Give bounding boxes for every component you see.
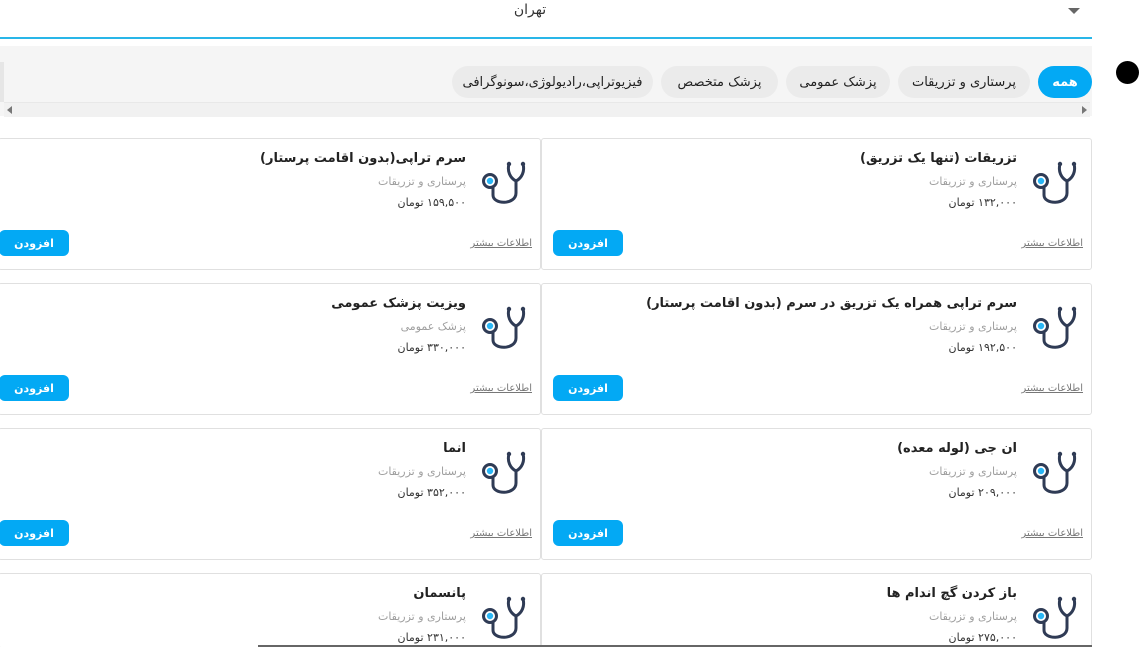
service-card: انما پرستاری و تزریقات ۳۵۲,۰۰۰ تومان اطل…	[0, 428, 541, 560]
add-button[interactable]: افزودن	[553, 375, 623, 401]
more-info-link[interactable]: اطلاعات بیشتر	[470, 528, 532, 539]
stethoscope-icon	[1027, 586, 1083, 646]
service-card: سرم تراپی همراه یک تزریق در سرم (بدون اق…	[541, 283, 1092, 415]
service-card: پانسمان پرستاری و تزریقات ۲۳۱,۰۰۰ تومان	[0, 573, 541, 647]
service-title: سرم تراپی(بدون اقامت پرستار)	[260, 151, 466, 166]
service-category: پرستاری و تزریقات	[377, 175, 466, 188]
scroll-left-arrow-icon[interactable]	[7, 106, 12, 114]
stethoscope-icon	[1027, 151, 1083, 211]
service-category: پرستاری و تزریقات	[928, 465, 1017, 478]
filter-chip-physio-radiology[interactable]: فیزیوتراپی،رادیولوژی،سونوگرافی	[452, 66, 653, 98]
more-info-link[interactable]: اطلاعات بیشتر	[1021, 383, 1083, 394]
filter-horizontal-scrollbar[interactable]	[4, 102, 1090, 117]
more-info-link[interactable]: اطلاعات بیشتر	[470, 238, 532, 249]
stethoscope-icon	[476, 586, 532, 646]
service-title: سرم تراپی همراه یک تزریق در سرم (بدون اق…	[646, 296, 1017, 311]
filter-chip-nursing[interactable]: پرستاری و تزریقات	[898, 66, 1030, 98]
service-category: پرستاری و تزریقات	[928, 610, 1017, 623]
service-price: ۲۳۱,۰۰۰ تومان	[397, 631, 466, 644]
service-category: پزشک عمومی	[400, 320, 466, 333]
service-price: ۱۹۲,۵۰۰ تومان	[948, 341, 1017, 354]
service-title: پانسمان	[413, 586, 466, 601]
chevron-down-icon[interactable]	[1068, 8, 1080, 14]
service-price: ۲۰۹,۰۰۰ تومان	[948, 486, 1017, 499]
floating-dot	[1116, 61, 1139, 84]
add-button[interactable]: افزودن	[553, 230, 623, 256]
stethoscope-icon	[476, 296, 532, 356]
service-title: ان جی (لوله معده)	[897, 441, 1017, 456]
service-price: ۱۳۲,۰۰۰ تومان	[948, 196, 1017, 209]
more-info-link[interactable]: اطلاعات بیشتر	[470, 383, 532, 394]
service-title: باز کردن گچ اندام ها	[886, 586, 1017, 601]
city-selector[interactable]: تهران	[0, 0, 1092, 39]
filter-chip-all[interactable]: همه	[1038, 66, 1092, 98]
scroll-right-arrow-icon[interactable]	[1082, 106, 1087, 114]
service-category: پرستاری و تزریقات	[928, 175, 1017, 188]
service-card: ویزیت پزشک عمومی پزشک عمومی ۳۳۰,۰۰۰ توما…	[0, 283, 541, 415]
stethoscope-icon	[1027, 441, 1083, 501]
filter-scroll-edge	[0, 62, 4, 102]
service-price: ۳۳۰,۰۰۰ تومان	[397, 341, 466, 354]
more-info-link[interactable]: اطلاعات بیشتر	[1021, 238, 1083, 249]
service-category: پرستاری و تزریقات	[377, 465, 466, 478]
service-category: پرستاری و تزریقات	[377, 610, 466, 623]
filter-chip-specialist[interactable]: پزشک متخصص	[661, 66, 778, 98]
service-price: ۱۵۹,۵۰۰ تومان	[397, 196, 466, 209]
service-title: ویزیت پزشک عمومی	[331, 296, 466, 311]
service-price: ۳۵۲,۰۰۰ تومان	[397, 486, 466, 499]
filter-chip-label: همه	[1052, 74, 1078, 90]
service-category: پرستاری و تزریقات	[928, 320, 1017, 333]
selected-city: تهران	[513, 2, 547, 18]
more-info-link[interactable]: اطلاعات بیشتر	[1021, 528, 1083, 539]
service-card: ان جی (لوله معده) پرستاری و تزریقات ۲۰۹,…	[541, 428, 1092, 560]
filter-chip-label: پزشک متخصص	[677, 74, 762, 90]
service-title: انما	[443, 441, 466, 456]
service-price: ۲۷۵,۰۰۰ تومان	[948, 631, 1017, 644]
add-button[interactable]: افزودن	[0, 230, 69, 256]
stethoscope-icon	[1027, 296, 1083, 356]
service-card: سرم تراپی(بدون اقامت پرستار) پرستاری و ت…	[0, 138, 541, 270]
add-button[interactable]: افزودن	[0, 375, 69, 401]
service-card: تزریقات (تنها یک تزریق) پرستاری و تزریقا…	[541, 138, 1092, 270]
filter-chip-label: پرستاری و تزریقات	[911, 74, 1017, 90]
service-title: تزریقات (تنها یک تزریق)	[860, 151, 1017, 166]
add-button[interactable]: افزودن	[0, 520, 69, 546]
service-card: باز کردن گچ اندام ها پرستاری و تزریقات ۲…	[541, 573, 1092, 647]
filter-chip-general-physician[interactable]: پزشک عمومی	[786, 66, 890, 98]
stethoscope-icon	[476, 151, 532, 211]
add-button[interactable]: افزودن	[553, 520, 623, 546]
stethoscope-icon	[476, 441, 532, 501]
filter-chip-label: فیزیوتراپی،رادیولوژی،سونوگرافی	[462, 74, 643, 90]
filter-chip-label: پزشک عمومی	[799, 74, 877, 90]
